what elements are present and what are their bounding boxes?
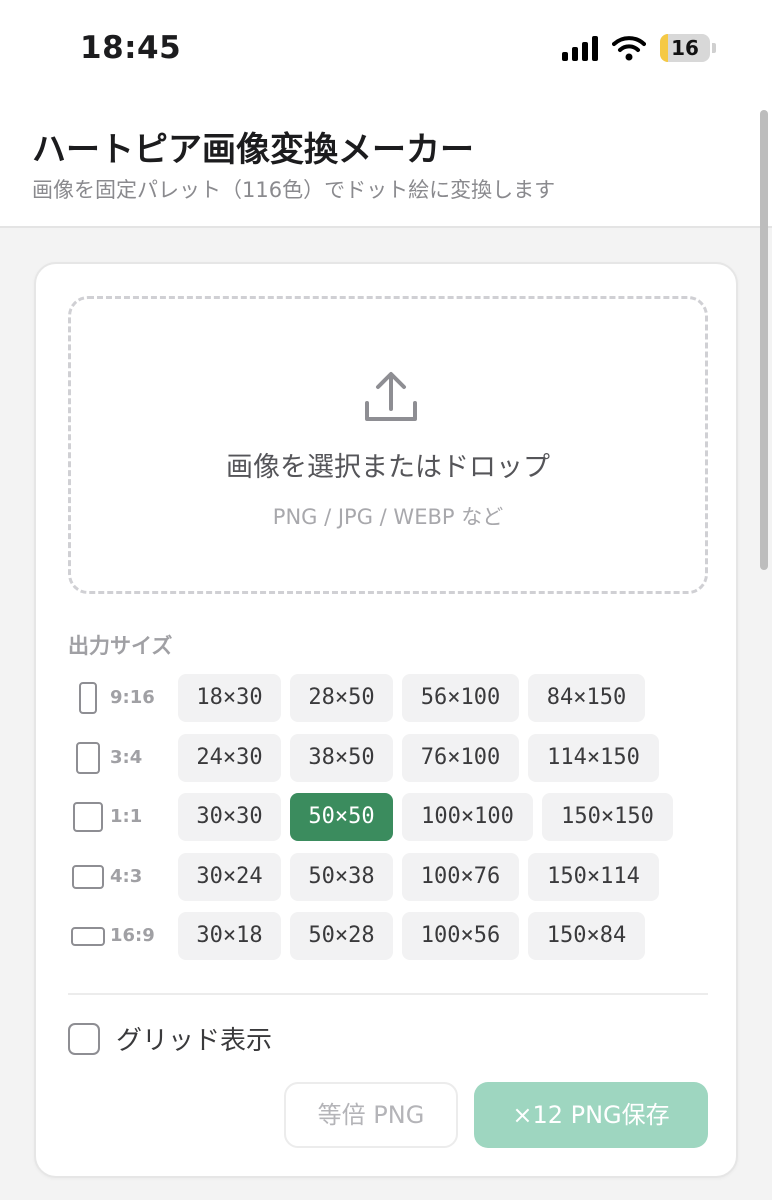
wifi-icon <box>612 36 646 61</box>
size-row-16x9: 16:9 30×18 50×28 100×56 150×84 <box>68 912 682 972</box>
size-option-button[interactable]: 150×114 <box>528 852 659 901</box>
divider <box>68 993 708 995</box>
ratio-icon-wrap <box>68 674 108 722</box>
output-size-label: 出力サイズ <box>68 634 173 658</box>
checkbox-icon[interactable] <box>68 1022 100 1055</box>
aspect-ratio-icon <box>79 682 97 714</box>
size-option-button[interactable]: 56×100 <box>402 674 519 722</box>
size-row-4x3: 4:3 30×24 50×38 100×76 150×114 <box>68 852 682 913</box>
export-1x-button[interactable]: 等倍 PNG <box>284 1082 458 1148</box>
size-option-button[interactable]: 84×150 <box>528 674 645 722</box>
battery-icon: 16 <box>660 34 710 62</box>
size-option-button[interactable]: 28×50 <box>290 674 393 722</box>
ratio-label: 16:9 <box>110 925 155 946</box>
upload-icon <box>365 372 417 421</box>
grid-toggle[interactable]: グリッド表示 <box>68 1020 272 1057</box>
size-option-button[interactable]: 76×100 <box>402 733 519 782</box>
size-option-button[interactable]: 150×150 <box>542 793 673 841</box>
ratio-label: 3:4 <box>110 746 143 768</box>
size-option-button[interactable]: 100×100 <box>402 793 533 841</box>
aspect-ratio-icon <box>73 802 103 832</box>
size-option-button[interactable]: 30×18 <box>178 912 281 960</box>
size-option-button[interactable]: 38×50 <box>290 733 393 782</box>
ratio-label: 4:3 <box>110 865 143 887</box>
size-option-button[interactable]: 100×76 <box>402 852 519 901</box>
ratio-label: 1:1 <box>110 806 143 827</box>
ratio-label: 9:16 <box>110 687 155 708</box>
converter-card: 画像を選択またはドロップ PNG / JPG / WEBP など 出力サイズ 9… <box>34 262 738 1178</box>
save-12x-button[interactable]: ×12 PNG保存 <box>474 1082 708 1148</box>
page-subtitle: 画像を固定パレット（116色）でドット絵に変換します <box>32 178 556 202</box>
size-row-9x16: 9:16 18×30 28×50 56×100 84×150 <box>68 674 682 734</box>
output-size-options: 9:16 18×30 28×50 56×100 84×150 3:4 24×30 38×50 7… <box>68 674 682 972</box>
size-option-button[interactable]: 50×38 <box>290 852 393 901</box>
status-time: 18:45 <box>80 30 182 66</box>
ratio-icon-wrap <box>68 853 108 901</box>
ratio-icon-wrap <box>68 793 108 841</box>
size-option-button[interactable]: 150×84 <box>528 912 645 960</box>
size-row-1x1: 1:1 30×30 50×50 100×100 150×150 <box>68 793 682 853</box>
app-header: ハートピア画像変換メーカー 画像を固定パレット（116色）でドット絵に変換します <box>0 92 772 228</box>
ratio-icon-wrap <box>68 734 108 782</box>
scrollbar[interactable] <box>760 110 768 570</box>
battery-level: 16 <box>671 36 699 60</box>
page-title: ハートピア画像変換メーカー <box>32 130 474 170</box>
cellular-signal-icon <box>562 35 598 61</box>
battery-cap <box>712 43 716 53</box>
aspect-ratio-icon <box>76 741 100 774</box>
image-dropzone[interactable]: 画像を選択またはドロップ PNG / JPG / WEBP など <box>68 296 708 594</box>
status-icons: 16 <box>562 34 716 62</box>
grid-toggle-label: グリッド表示 <box>116 1026 273 1056</box>
ratio-icon-wrap <box>68 912 108 960</box>
size-option-button[interactable]: 30×24 <box>178 852 281 901</box>
size-option-button[interactable]: 50×28 <box>290 912 393 960</box>
status-bar: 18:45 16 <box>0 0 772 92</box>
size-option-button[interactable]: 100×56 <box>402 912 519 960</box>
size-option-button[interactable]: 24×30 <box>178 733 281 782</box>
size-option-button[interactable]: 50×50 <box>290 793 393 841</box>
size-row-3x4: 3:4 24×30 38×50 76×100 114×150 <box>68 733 682 794</box>
dropzone-formats: PNG / JPG / WEBP など <box>272 505 504 529</box>
aspect-ratio-icon <box>71 926 105 946</box>
size-option-button[interactable]: 114×150 <box>528 733 659 782</box>
size-option-button[interactable]: 30×30 <box>178 793 281 841</box>
size-option-button[interactable]: 18×30 <box>178 674 281 722</box>
dropzone-label: 画像を選択またはドロップ <box>226 452 550 483</box>
aspect-ratio-icon <box>72 864 104 889</box>
